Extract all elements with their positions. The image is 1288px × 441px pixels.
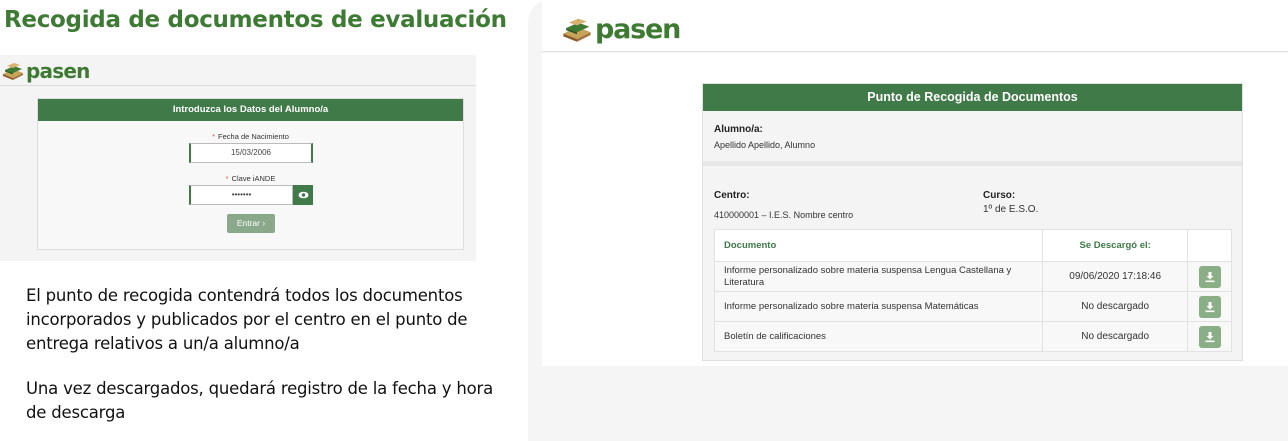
birthdate-input[interactable]: 15/03/2006: [189, 143, 313, 163]
course-value: 1º de E.S.O.: [983, 204, 1039, 215]
column-header-action: [1187, 229, 1232, 262]
student-label: Alumno/a:: [714, 124, 763, 135]
center-label: Centro:: [714, 190, 750, 201]
course-label: Curso:: [983, 190, 1016, 201]
download-icon: [1205, 301, 1215, 312]
download-icon: [1205, 331, 1215, 342]
download-button[interactable]: [1198, 265, 1221, 288]
app-window: pasen Punto de Recogida de Documentos Al…: [542, 0, 1288, 366]
download-cell: [1187, 261, 1232, 292]
card-header: Punto de Recogida de Documentos: [703, 84, 1242, 111]
student-value: Apellido Apellido, Alumno: [714, 140, 816, 150]
birthdate-label: * Fecha de Nacimiento: [212, 132, 289, 141]
documents-table: Documento Se Descargó el: Informe person…: [713, 229, 1232, 352]
download-date: No descargado: [1042, 321, 1189, 352]
center-value: 410000001 – I.E.S. Nombre centro: [714, 210, 854, 220]
brand-name: pasen: [26, 59, 90, 83]
books-icon: [3, 63, 23, 80]
eye-icon: [298, 191, 308, 199]
download-icon: [1205, 271, 1215, 282]
section-divider: [703, 161, 1242, 166]
submit-button[interactable]: Entrar ›: [227, 214, 275, 233]
key-input[interactable]: •••••••: [189, 185, 293, 205]
download-cell: [1187, 291, 1232, 322]
download-button[interactable]: [1198, 295, 1221, 318]
document-name: Boletín de calificaciones: [713, 321, 1044, 352]
login-card: Introduzca los Datos del Alumno/a * Fecha…: [37, 98, 464, 250]
brand-logo: pasen: [2, 59, 90, 83]
brand-logo-large: pasen: [562, 14, 681, 45]
brand-name: pasen: [595, 14, 681, 45]
document-name: Informe personalizado sobre materia susp…: [713, 261, 1044, 292]
paragraph-1: El punto de recogida contendrá todos los…: [26, 286, 468, 353]
books-icon: [563, 18, 591, 42]
table-row: Informe personalizado sobre materia susp…: [713, 291, 1232, 322]
column-header-document: Documento: [713, 229, 1044, 262]
table-row: Boletín de calificaciones No descargado: [713, 321, 1232, 352]
document-name: Informe personalizado sobre materia susp…: [713, 291, 1044, 322]
slide-title: Recogida de documentos de evaluación: [4, 7, 507, 33]
show-password-button[interactable]: [293, 185, 313, 205]
download-cell: [1187, 321, 1232, 352]
download-button[interactable]: [1198, 325, 1221, 348]
divider: [0, 85, 476, 86]
column-header-downloaded: Se Descargó el:: [1042, 229, 1189, 262]
login-screenshot: pasen Introduzca los Datos del Alumno/a …: [0, 55, 476, 261]
paragraph-2: Una vez descargados, quedará registro de…: [26, 379, 494, 422]
login-card-header: Introduzca los Datos del Alumno/a: [38, 99, 463, 121]
collection-point-card: Punto de Recogida de Documentos Alumno/a…: [702, 83, 1243, 361]
table-row: Informe personalizado sobre materia susp…: [713, 261, 1232, 292]
app-panel: pasen Punto de Recogida de Documentos Al…: [528, 0, 1288, 441]
download-date: 09/06/2020 17:18:46: [1042, 261, 1189, 292]
table-header-row: Documento Se Descargó el:: [713, 229, 1232, 262]
key-label: * Clave iANDE: [225, 174, 276, 183]
download-date: No descargado: [1042, 291, 1189, 322]
app-header: pasen: [542, 0, 1288, 52]
